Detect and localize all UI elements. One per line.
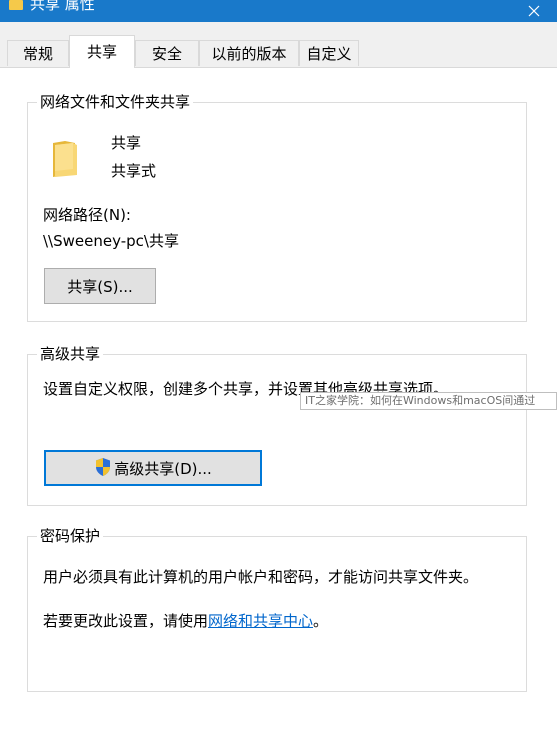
tab-previous-versions[interactable]: 以前的版本	[199, 40, 299, 66]
network-sharing-title: 网络文件和文件夹共享	[37, 93, 194, 111]
close-button[interactable]	[511, 0, 557, 22]
password-change-prefix: 若要更改此设置，请使用	[43, 612, 209, 630]
password-change-suffix: 。	[313, 612, 329, 630]
password-description: 用户必须具有此计算机的用户帐户和密码，才能访问共享文件夹。	[43, 568, 479, 586]
password-change-hint: 若要更改此设置，请使用网络和共享中心。	[43, 611, 328, 631]
advanced-sharing-button-label: 高级共享(D)...	[114, 460, 212, 478]
password-protection-title: 密码保护	[37, 527, 104, 545]
title-bar: 共享 属性	[0, 0, 557, 22]
share-status: 共享式	[111, 162, 157, 180]
folder-icon	[53, 141, 77, 177]
network-path-label: 网络路径(N):	[43, 206, 131, 224]
close-icon	[528, 5, 540, 17]
network-path-value: \\Sweeney-pc\共享	[43, 232, 179, 250]
folder-name: 共享	[111, 134, 142, 152]
tab-sharing[interactable]: 共享	[69, 35, 135, 68]
network-sharing-center-link[interactable]: 网络和共享中心	[208, 612, 313, 630]
tooltip: IT之家学院：如何在Windows和macOS间通过	[300, 392, 557, 410]
tab-general[interactable]: 常规	[7, 40, 69, 66]
window-title: 共享 属性	[30, 0, 95, 13]
advanced-sharing-title: 高级共享	[37, 345, 104, 363]
share-button[interactable]: 共享(S)...	[44, 268, 156, 304]
tab-customize[interactable]: 自定义	[299, 40, 359, 66]
tab-security[interactable]: 安全	[135, 40, 199, 66]
uac-shield-icon	[96, 458, 111, 476]
folder-icon	[9, 0, 23, 10]
advanced-sharing-button[interactable]: 高级共享(D)...	[44, 450, 262, 486]
